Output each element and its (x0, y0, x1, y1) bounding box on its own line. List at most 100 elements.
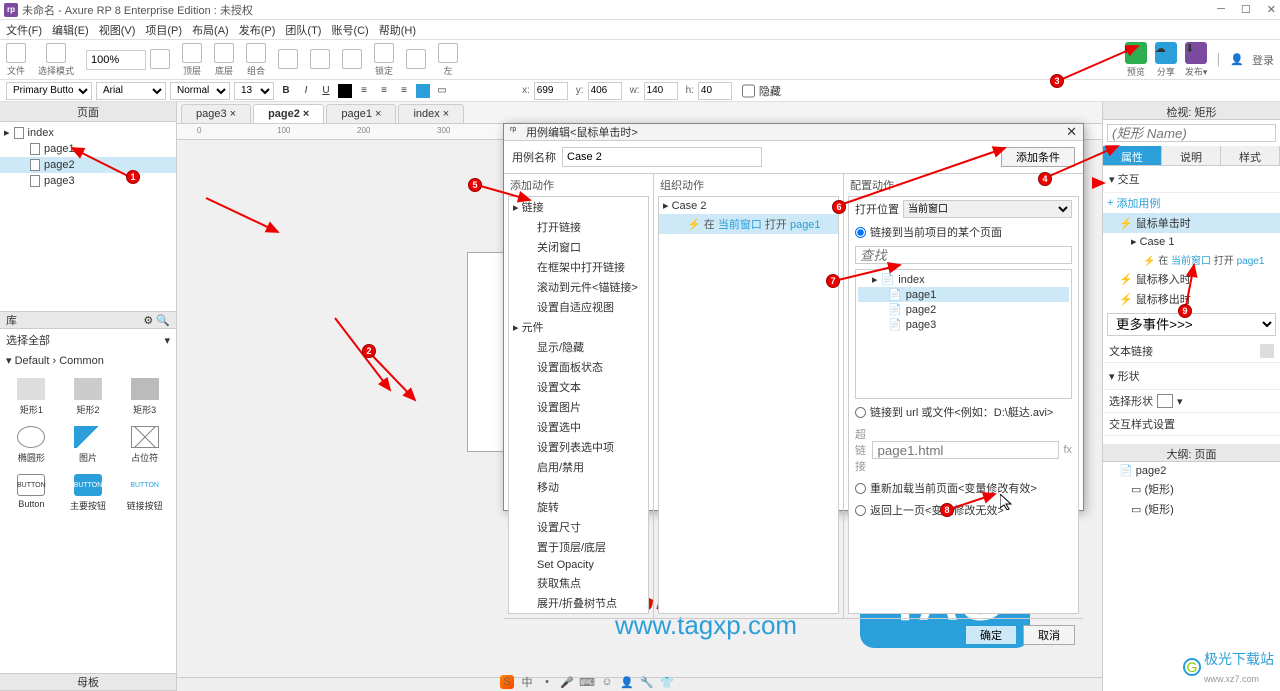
tree-root[interactable]: ▸ index (0, 124, 176, 141)
close-icon[interactable]: ✕ (1267, 3, 1276, 16)
tab-page2[interactable]: page2 × (253, 104, 324, 123)
textcolor-button[interactable] (338, 84, 352, 98)
menu-file[interactable]: 文件(F) (6, 22, 42, 38)
ime-zh-icon[interactable]: 中 (520, 675, 534, 689)
menu-publish[interactable]: 发布(P) (239, 22, 276, 38)
widget-ellipse[interactable]: 椭圆形 (4, 422, 59, 468)
outline-item2[interactable]: ▭ (矩形) (1103, 499, 1280, 519)
x-input[interactable] (534, 82, 568, 100)
tree-page1[interactable]: page1 (0, 141, 176, 157)
widget-link[interactable]: BUTTON链接按钮 (117, 470, 172, 516)
tab-page3[interactable]: page3 × (181, 104, 251, 123)
group-icon[interactable] (214, 43, 234, 63)
h-input[interactable] (698, 82, 732, 100)
align-icon[interactable] (278, 49, 298, 69)
left-align-icon[interactable] (406, 49, 426, 69)
textlink-button[interactable] (1260, 344, 1274, 358)
event-click[interactable]: ⚡ 鼠标单击时 (1103, 213, 1280, 233)
tree-page3[interactable]: page3 (0, 173, 176, 189)
underline-button[interactable]: U (318, 83, 334, 99)
publish-button[interactable]: ⬇ (1185, 42, 1207, 64)
event-mouseout[interactable]: ⚡ 鼠标移出时 (1103, 289, 1280, 309)
minimize-icon[interactable]: ─ (1217, 3, 1225, 16)
select-all[interactable]: 选择全部▾ (0, 329, 176, 351)
menu-account[interactable]: 账号(C) (331, 22, 368, 38)
widget-placeholder[interactable]: 占位符 (117, 422, 172, 468)
widget-name-input[interactable] (1107, 124, 1276, 142)
case1[interactable]: ▸ Case 1 (1103, 233, 1280, 250)
menu-help[interactable]: 帮助(H) (379, 22, 416, 38)
login-link[interactable]: 登录 (1252, 52, 1274, 68)
widget-image[interactable]: 图片 (61, 422, 116, 468)
cancel-button[interactable]: 取消 (1023, 625, 1075, 645)
ime-punct-icon[interactable]: • (540, 675, 554, 689)
lib-category[interactable]: ▾ Default › Common (0, 351, 176, 370)
tab-index[interactable]: index × (398, 104, 464, 123)
interact-style[interactable]: 交互样式设置 (1103, 413, 1280, 436)
radio-back[interactable] (855, 505, 866, 516)
border-button[interactable]: ▭ (434, 83, 450, 99)
tab-style[interactable]: 样式 (1221, 146, 1280, 165)
search-input[interactable] (855, 246, 1072, 264)
ime-mic-icon[interactable]: 🎤 (560, 675, 574, 689)
page-picker-tree[interactable]: ▸ 📄 index 📄 page1 📄 page2 📄 page3 (855, 269, 1072, 399)
select-icon[interactable] (46, 43, 66, 63)
share-button[interactable]: ☁ (1155, 42, 1177, 64)
align-center-button[interactable]: ≡ (376, 83, 392, 99)
outline-item1[interactable]: ▭ (矩形) (1103, 479, 1280, 499)
unlock-icon[interactable] (374, 43, 394, 63)
menu-edit[interactable]: 编辑(E) (52, 22, 89, 38)
tab-properties[interactable]: 属性 (1103, 146, 1162, 165)
radio-reload[interactable] (855, 483, 866, 494)
w-input[interactable] (644, 82, 678, 100)
y-input[interactable] (588, 82, 622, 100)
tree-page2[interactable]: page2 (0, 157, 176, 173)
fontstyle-combo[interactable]: Normal (170, 82, 230, 100)
widget-rect3[interactable]: 矩形3 (117, 374, 172, 420)
dialog-close-icon[interactable]: ✕ (1066, 124, 1077, 140)
event-mousein[interactable]: ⚡ 鼠标移入时 (1103, 269, 1280, 289)
menu-layout[interactable]: 布局(A) (192, 22, 229, 38)
align-left-button[interactable]: ≡ (356, 83, 372, 99)
tab-page1[interactable]: page1 × (326, 104, 396, 123)
align-right-button[interactable]: ≡ (396, 83, 412, 99)
widget-rect1[interactable]: 矩形1 (4, 374, 59, 420)
case-name-input[interactable] (562, 147, 762, 167)
hide-checkbox[interactable] (742, 82, 755, 100)
right-align-icon[interactable] (438, 43, 458, 63)
bottom-icon[interactable] (182, 43, 202, 63)
tab-notes[interactable]: 说明 (1162, 146, 1221, 165)
fillcolor-button[interactable] (416, 84, 430, 98)
preview-button[interactable]: ▶ (1125, 42, 1147, 64)
widget-primary[interactable]: BUTTON主要按钮 (61, 470, 116, 516)
italic-button[interactable]: I (298, 83, 314, 99)
open-in-select[interactable]: 当前窗口 (903, 200, 1072, 218)
ok-button[interactable]: 确定 (965, 625, 1017, 645)
case1-action[interactable]: ⚡ 在 当前窗口 打开 page1 (1103, 250, 1280, 269)
ime-skin-icon[interactable]: 👕 (660, 675, 674, 689)
fontsize-combo[interactable]: 13 (234, 82, 274, 100)
sogou-icon[interactable]: S (500, 675, 514, 689)
file-icon[interactable] (6, 43, 26, 63)
more-events-combo[interactable]: 更多事件>>> (1107, 313, 1276, 336)
add-case-link[interactable]: + 添加用例 (1103, 193, 1280, 213)
lock-icon[interactable] (342, 49, 362, 69)
ime-emoji-icon[interactable]: ☺ (600, 675, 614, 689)
widget-rect2[interactable]: 矩形2 (61, 374, 116, 420)
shape-picker[interactable] (1157, 394, 1173, 408)
ime-kbd-icon[interactable]: ⌨ (580, 675, 594, 689)
widget-button[interactable]: BUTTONButton (4, 470, 59, 516)
distribute-icon[interactable] (310, 49, 330, 69)
radio-project-page[interactable] (855, 227, 866, 238)
ime-tool-icon[interactable]: 🔧 (640, 675, 654, 689)
organize-list[interactable]: ▸ Case 2 ⚡ 在 当前窗口 打开 page1 (658, 196, 839, 614)
zoom-input[interactable] (86, 50, 146, 70)
maximize-icon[interactable]: ☐ (1241, 3, 1251, 16)
menu-team[interactable]: 团队(T) (285, 22, 321, 38)
ime-user-icon[interactable]: 👤 (620, 675, 634, 689)
hyperlink-input[interactable] (872, 441, 1059, 459)
menu-project[interactable]: 项目(P) (145, 22, 182, 38)
bold-button[interactable]: B (278, 83, 294, 99)
action-list[interactable]: ▸ 链接 打开链接 关闭窗口 在框架中打开链接 滚动到元件<锚链接> 设置自适应… (508, 196, 649, 614)
add-condition-button[interactable]: 添加条件 (1001, 147, 1075, 167)
